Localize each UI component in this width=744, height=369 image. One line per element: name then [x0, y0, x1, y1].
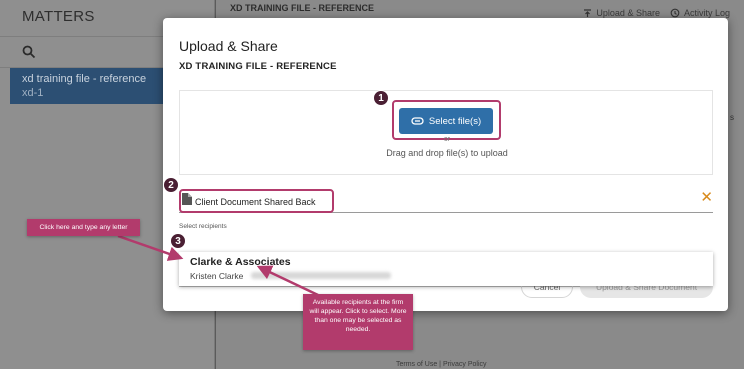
- history-icon: [670, 8, 680, 18]
- search-icon: [22, 45, 36, 59]
- suggestion-person: Kristen Clarke: [190, 271, 244, 281]
- close-icon[interactable]: ✕: [700, 189, 713, 207]
- recipient-suggestion[interactable]: Clarke & Associates Kristen Clarke: [179, 252, 713, 286]
- file-dropzone[interactable]: Select file(s) or Drag and drop file(s) …: [179, 90, 713, 175]
- upload-share-label: Upload & Share: [596, 8, 660, 18]
- footer-links[interactable]: Terms of Use | Privacy Policy: [396, 361, 487, 368]
- matter-name: xd training file - reference: [22, 73, 147, 85]
- callout-click-here: Click here and type any letter: [27, 219, 140, 236]
- blurred-email: [251, 272, 391, 279]
- modal-title: Upload & Share: [179, 38, 278, 54]
- sidebar-title: MATTERS: [22, 8, 95, 25]
- callout-available-recipients: Available recipients at the firm will ap…: [303, 294, 413, 350]
- paperclip-icon: [411, 117, 424, 125]
- step-badge-3: 3: [170, 233, 186, 249]
- matter-code: xd-1: [22, 87, 44, 99]
- document-name: Client Document Shared Back: [195, 197, 316, 207]
- document-name-field[interactable]: Client Document Shared Back ✕: [179, 189, 713, 213]
- header-actions: Upload & Share Activity Log: [583, 8, 730, 18]
- recipients-label: Select recipients: [179, 223, 227, 230]
- select-files-label: Select file(s): [428, 115, 482, 127]
- side-label: s: [730, 113, 734, 122]
- drag-drop-text: Drag and drop file(s) to upload: [386, 148, 508, 158]
- select-files-button[interactable]: Select file(s): [399, 108, 493, 134]
- step-badge-1: 1: [373, 90, 389, 106]
- upload-icon: [584, 8, 592, 17]
- suggestion-firm: Clarke & Associates: [190, 256, 291, 268]
- or-text: or: [443, 136, 451, 143]
- page-title: XD TRAINING FILE - REFERENCE: [230, 3, 375, 13]
- modal-subtitle: XD TRAINING FILE - REFERENCE: [179, 61, 337, 72]
- activity-log-action[interactable]: Activity Log: [670, 8, 730, 18]
- document-icon: [182, 193, 192, 205]
- upload-share-action[interactable]: Upload & Share: [583, 8, 660, 18]
- step-badge-2: 2: [163, 177, 179, 193]
- activity-log-label: Activity Log: [683, 8, 730, 18]
